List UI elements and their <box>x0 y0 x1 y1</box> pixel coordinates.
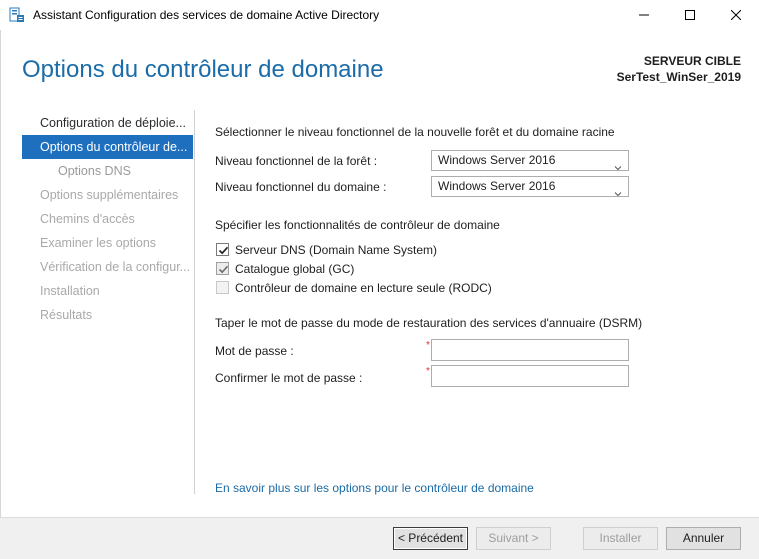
checkmark-icon <box>218 246 229 255</box>
maximize-button[interactable] <box>667 0 713 30</box>
nav-item-deployment-config[interactable]: Configuration de déploie... <box>22 111 193 135</box>
confirm-password-label: Confirmer le mot de passe : <box>215 371 363 385</box>
nav-item-review-options: Examiner les options <box>40 236 157 250</box>
maximize-icon <box>685 10 695 20</box>
window-title: Assistant Configuration des services de … <box>33 8 380 22</box>
dns-server-checkbox[interactable] <box>216 243 229 256</box>
wizard-nav: Configuration de déploie... Options du c… <box>22 111 193 327</box>
window-titlebar: Assistant Configuration des services de … <box>0 0 759 30</box>
nav-divider <box>194 110 195 494</box>
nav-item-dns-options: Options DNS <box>58 164 131 178</box>
rodc-checkbox <box>216 281 229 294</box>
rodc-label: Contrôleur de domaine en lecture seule (… <box>235 281 492 295</box>
password-label: Mot de passe : <box>215 344 294 358</box>
nav-item-additional-options: Options supplémentaires <box>40 188 179 202</box>
target-server-block: SERVEUR CIBLE SerTest_WinSer_2019 <box>617 53 741 85</box>
chevron-down-icon <box>614 158 622 171</box>
password-input[interactable] <box>431 339 629 361</box>
page-title: Options du contrôleur de domaine <box>22 56 384 83</box>
cancel-button[interactable]: Annuler <box>666 527 741 550</box>
chevron-down-icon <box>614 184 622 197</box>
domain-level-value: Windows Server 2016 <box>438 179 556 193</box>
checkmark-icon <box>218 265 229 274</box>
dns-server-label: Serveur DNS (Domain Name System) <box>235 243 438 257</box>
domain-level-select[interactable]: Windows Server 2016 <box>431 176 629 197</box>
global-catalog-label: Catalogue global (GC) <box>235 262 355 276</box>
global-catalog-checkbox <box>216 262 229 275</box>
next-button[interactable]: Suivant > <box>476 527 551 550</box>
password-required-marker: * <box>426 340 430 351</box>
wizard-footer: < Précédent Suivant > Installer Annuler <box>0 517 759 559</box>
previous-button[interactable]: < Précédent <box>393 527 468 550</box>
domain-level-label: Niveau fonctionnel du domaine : <box>215 180 387 194</box>
minimize-button[interactable] <box>621 0 667 30</box>
forest-level-label: Niveau fonctionnel de la forêt : <box>215 154 378 168</box>
nav-item-prerequisites-check: Vérification de la configur... <box>40 260 191 274</box>
minimize-icon <box>639 10 649 20</box>
nav-item-results: Résultats <box>40 308 93 322</box>
nav-item-paths: Chemins d'accès <box>40 212 135 226</box>
help-link[interactable]: En savoir plus sur les options pour le c… <box>215 481 534 495</box>
window-left-border <box>0 30 1 559</box>
nav-item-dc-options[interactable]: Options du contrôleur de... <box>22 135 193 159</box>
dsrm-heading: Taper le mot de passe du mode de restaur… <box>215 316 643 330</box>
forest-level-value: Windows Server 2016 <box>438 153 556 167</box>
install-button[interactable]: Installer <box>583 527 658 550</box>
close-icon <box>731 10 741 20</box>
close-button[interactable] <box>713 0 759 30</box>
target-server-label: SERVEUR CIBLE <box>643 54 741 68</box>
confirm-required-marker: * <box>426 366 430 377</box>
functional-level-heading: Sélectionner le niveau fonctionnel de la… <box>215 125 615 139</box>
forest-level-select[interactable]: Windows Server 2016 <box>431 150 629 171</box>
confirm-password-input[interactable] <box>431 365 629 387</box>
features-heading: Spécifier les fonctionnalités de contrôl… <box>215 218 500 232</box>
server-manager-icon <box>9 7 25 23</box>
nav-item-installation: Installation <box>40 284 100 298</box>
target-server-name: SerTest_WinSer_2019 <box>616 70 741 84</box>
